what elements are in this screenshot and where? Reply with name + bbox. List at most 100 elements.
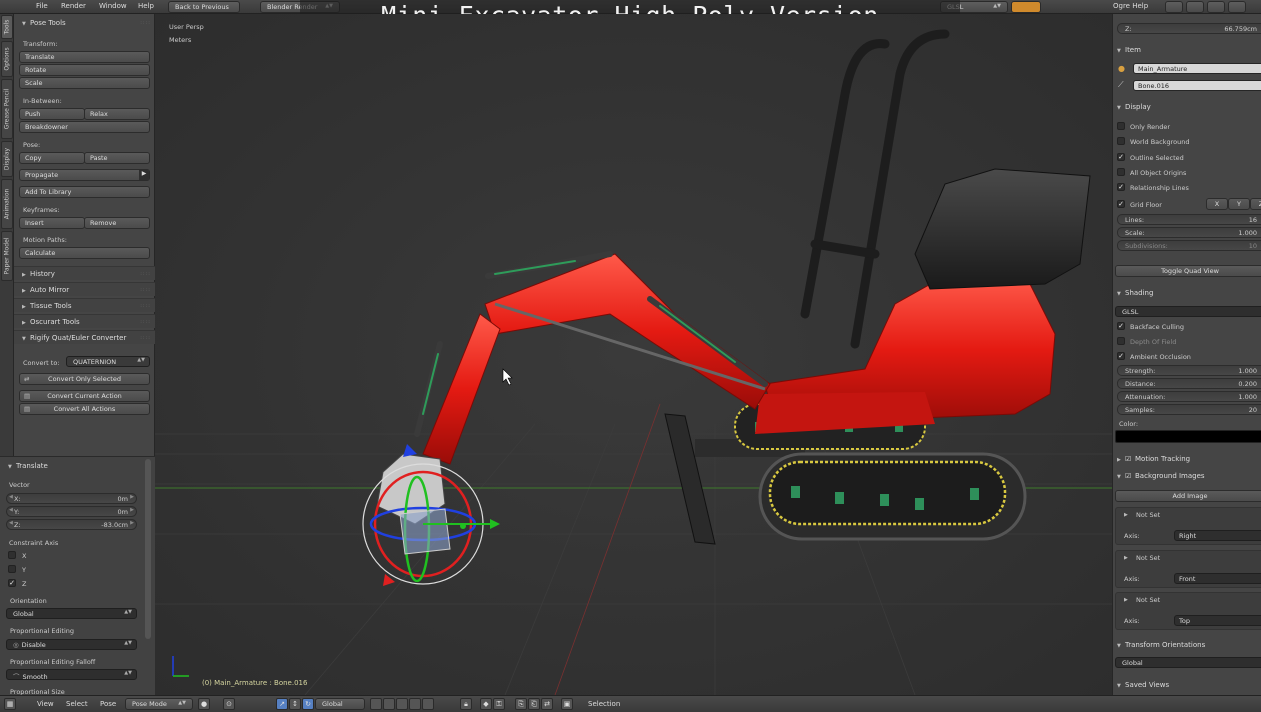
ao-color-swatch[interactable]	[1115, 430, 1261, 443]
constraint-z-checkbox[interactable]: ✓	[8, 579, 16, 587]
motion-tracking-header[interactable]: ▶ ☑ Motion Tracking	[1113, 452, 1261, 466]
grid-subdivisions-field[interactable]: Subdivisions: 10	[1117, 240, 1261, 251]
layer-icon[interactable]	[383, 698, 395, 710]
manipulator-toggle-icon[interactable]: ↗	[276, 698, 288, 710]
pose-tools-header[interactable]: ▼ Pose Tools ::::	[14, 16, 155, 30]
shading-panel-header[interactable]: ▼ Shading	[1113, 286, 1261, 300]
all-object-origins-checkbox[interactable]	[1117, 168, 1125, 176]
saved-views-header[interactable]: ▼ Saved Views	[1113, 678, 1261, 692]
menu-render[interactable]: Render	[61, 2, 86, 10]
grid-axis-y-toggle[interactable]: Y	[1228, 198, 1250, 210]
add-image-button[interactable]: Add Image	[1115, 490, 1261, 502]
grid-axis-z-toggle[interactable]: Z	[1250, 198, 1261, 210]
pivot-point-icon[interactable]: ⊙	[223, 698, 235, 710]
ao-attenuation-field[interactable]: Attenuation: 1.000	[1117, 391, 1261, 402]
increment-arrow-icon[interactable]: ▶	[130, 520, 134, 526]
decrement-arrow-icon[interactable]: ◀	[9, 520, 13, 526]
world-background-checkbox[interactable]	[1117, 137, 1125, 145]
oscurart-tools-panel-header[interactable]: ▶ Oscurart Tools::::	[14, 314, 155, 328]
transform-orientations-header[interactable]: ▼ Transform Orientations	[1113, 638, 1261, 652]
vector-z-field[interactable]: ◀ Z: -83.0cm ▶	[6, 519, 137, 530]
vector-x-field[interactable]: ◀ X: 0m ▶	[6, 493, 137, 504]
location-z-field[interactable]: Z: 66.759cm	[1117, 23, 1261, 34]
z-axis-arrow-icon[interactable]	[403, 444, 417, 457]
constraint-x-checkbox[interactable]	[8, 551, 16, 559]
menu-window[interactable]: Window	[99, 2, 127, 10]
scene-icon[interactable]	[1165, 1, 1183, 13]
item-panel-header[interactable]: ▼ Item	[1113, 43, 1261, 57]
rigify-converter-panel-header[interactable]: ▼ Rigify Quat/Euler Converter::::	[14, 330, 155, 344]
tab-display[interactable]: Display	[1, 141, 13, 177]
collapsed-triangle-icon[interactable]: ▶	[1124, 555, 1128, 561]
grid-icon[interactable]	[1207, 1, 1225, 13]
push-button[interactable]: Push	[19, 108, 85, 120]
layer-icon[interactable]	[422, 698, 434, 710]
paste-pose-button[interactable]: Paste	[84, 152, 150, 164]
menu-help[interactable]: Help	[138, 2, 154, 10]
ao-distance-field[interactable]: Distance: 0.200	[1117, 378, 1261, 389]
convert-only-selected-button[interactable]: ⇄ Convert Only Selected	[19, 373, 150, 385]
background-images-header[interactable]: ▼ ☑ Background Images	[1113, 469, 1261, 483]
keyframe-icon[interactable]: ◆	[480, 698, 492, 710]
render-preview-icon[interactable]: ▣	[561, 698, 573, 710]
translate-manip-icon[interactable]: ↕	[289, 698, 301, 710]
tab-grease-pencil[interactable]: Grease Pencil	[1, 79, 13, 139]
y-axis-arrow-icon[interactable]	[490, 519, 500, 529]
bg-axis-dropdown[interactable]: Right	[1174, 530, 1261, 541]
grid-axis-x-toggle[interactable]: X	[1206, 198, 1228, 210]
remove-keyframe-button[interactable]: Remove	[84, 217, 150, 229]
3d-viewport[interactable]: User Persp Meters (0) Main_Armature : Bo…	[155, 14, 1112, 695]
layers-icon[interactable]	[1186, 1, 1204, 13]
select-menu[interactable]: Select	[66, 700, 88, 708]
layer-icon[interactable]	[409, 698, 421, 710]
drag-grip-icon[interactable]: ::::	[140, 335, 151, 341]
increment-arrow-icon[interactable]: ▶	[130, 494, 134, 500]
editor-type-icon[interactable]: ▦	[4, 698, 16, 710]
display-panel-header[interactable]: ▼ Display	[1113, 100, 1261, 114]
tab-paper-model[interactable]: Paper Model	[1, 231, 13, 281]
insert-keyframe-button[interactable]: Insert	[19, 217, 85, 229]
increment-arrow-icon[interactable]: ▶	[130, 507, 134, 513]
background-images-checkbox-icon[interactable]: ☑	[1125, 472, 1135, 480]
rotate-button[interactable]: Rotate	[19, 64, 150, 76]
propagate-button[interactable]: Propagate ▶	[19, 169, 150, 181]
convert-all-actions-button[interactable]: ▤ Convert All Actions	[19, 403, 150, 415]
relax-button[interactable]: Relax	[84, 108, 150, 120]
grid-scale-field[interactable]: Scale: 1.000	[1117, 227, 1261, 238]
viewport-shading-icon[interactable]: ●	[198, 698, 210, 710]
vector-y-field[interactable]: ◀ Y: 0m ▶	[6, 506, 137, 517]
paste-flipped-pose-icon[interactable]: ⇄	[541, 698, 553, 710]
tab-animation[interactable]: Animation	[1, 179, 13, 229]
convert-current-action-button[interactable]: ▤ Convert Current Action	[19, 390, 150, 402]
propagate-options-arrow-icon[interactable]: ▶	[139, 170, 149, 180]
falloff-dropdown[interactable]: ⌒ Smooth ▲▼	[6, 669, 137, 681]
decrement-arrow-icon[interactable]: ◀	[9, 494, 13, 500]
back-to-previous-button[interactable]: Back to Previous	[168, 1, 240, 13]
copy-pose-icon[interactable]: ⎘	[515, 698, 527, 710]
translate-operator-header[interactable]: ▼ Translate	[0, 459, 150, 473]
bone-name-field[interactable]: Bone.016	[1133, 80, 1261, 91]
ao-samples-field[interactable]: Samples: 20	[1117, 404, 1261, 415]
collapsed-triangle-icon[interactable]: ▶	[1124, 597, 1128, 603]
backface-culling-checkbox[interactable]: ✓	[1117, 322, 1125, 330]
constraint-y-checkbox[interactable]	[8, 565, 16, 573]
transform-orientation-dropdown[interactable]: Global	[1115, 657, 1261, 668]
mode-dropdown[interactable]: Pose Mode ▲▼	[125, 698, 193, 710]
lock-icon[interactable]: 🔒︎	[460, 698, 472, 710]
pose-menu[interactable]: Pose	[100, 700, 116, 708]
grid-lines-field[interactable]: Lines: 16	[1117, 214, 1261, 225]
transform-orientation-select[interactable]: Global	[315, 698, 365, 710]
collapsed-triangle-icon[interactable]: ▶	[1124, 512, 1128, 518]
toggle-quad-view-button[interactable]: Toggle Quad View	[1115, 265, 1261, 277]
layer-icon[interactable]	[396, 698, 408, 710]
keying-set-icon[interactable]: ⚿	[493, 698, 505, 710]
grid-floor-checkbox[interactable]: ✓	[1117, 200, 1125, 208]
paste-pose-icon[interactable]: ⎗	[528, 698, 540, 710]
view-menu[interactable]: View	[37, 700, 54, 708]
ogre-help-menu[interactable]: Ogre Help	[1113, 2, 1148, 10]
render-preset-icon[interactable]	[1011, 1, 1041, 13]
bg-axis-dropdown[interactable]: Front	[1174, 573, 1261, 584]
breakdowner-button[interactable]: Breakdowner	[19, 121, 150, 133]
scale-button[interactable]: Scale	[19, 77, 150, 89]
translate-button[interactable]: Translate	[19, 51, 150, 63]
